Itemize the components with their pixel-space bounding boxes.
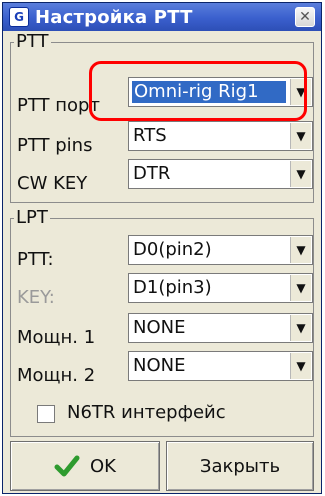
app-icon: G [9, 7, 29, 27]
ptt-settings-window: G Настройка PTT ✕ PTT PTT порт Omni-rig … [2, 2, 322, 494]
close-icon: ✕ [299, 9, 311, 25]
chevron-down-icon[interactable]: ▼ [290, 315, 311, 341]
chevron-down-icon[interactable]: ▼ [290, 237, 311, 263]
power2-value: NONE [133, 356, 186, 376]
cw-key-label: CW KEY [17, 173, 88, 194]
power2-label: Мощн. 2 [17, 365, 96, 386]
chevron-down-icon[interactable]: ▼ [290, 123, 311, 149]
power1-label: Мощн. 1 [17, 327, 96, 348]
ptt-pins-label: PTT pins [17, 135, 93, 156]
lpt-ptt-label: PTT: [17, 249, 54, 270]
power2-select[interactable]: NONE ▼ [128, 351, 313, 381]
power1-select[interactable]: NONE ▼ [128, 313, 313, 343]
power1-value: NONE [133, 318, 186, 338]
close-button[interactable]: Закрыть [166, 441, 314, 491]
ptt-port-label: PTT порт [17, 95, 100, 116]
ok-button[interactable]: OK [10, 441, 160, 491]
chevron-down-icon[interactable]: ▼ [290, 353, 311, 379]
ptt-group-legend: PTT [16, 31, 49, 52]
ok-button-label: OK [90, 455, 116, 477]
check-icon [54, 455, 80, 477]
annotation-highlight [89, 61, 307, 121]
n6tr-checkbox[interactable] [37, 405, 55, 423]
lpt-group-legend: LPT [16, 207, 48, 228]
window-title: Настройка PTT [35, 6, 193, 28]
cw-key-value: DTR [133, 164, 171, 184]
ptt-pins-select[interactable]: RTS ▼ [128, 121, 313, 151]
close-window-button[interactable]: ✕ [295, 7, 315, 27]
ptt-pins-value: RTS [133, 126, 167, 146]
chevron-down-icon[interactable]: ▼ [290, 161, 311, 187]
cw-key-select[interactable]: DTR ▼ [128, 159, 313, 189]
lpt-key-label: KEY: [17, 287, 55, 308]
lpt-ptt-select[interactable]: D0(pin2) ▼ [128, 235, 313, 265]
lpt-key-value: D1(pin3) [133, 278, 212, 298]
close-button-label: Закрыть [199, 455, 281, 477]
chevron-down-icon[interactable]: ▼ [290, 275, 311, 301]
lpt-ptt-value: D0(pin2) [133, 240, 212, 260]
title-bar[interactable]: G Настройка PTT ✕ [3, 3, 321, 31]
lpt-key-select[interactable]: D1(pin3) ▼ [128, 273, 313, 303]
n6tr-checkbox-label[interactable]: N6TR интерфейс [67, 404, 226, 422]
